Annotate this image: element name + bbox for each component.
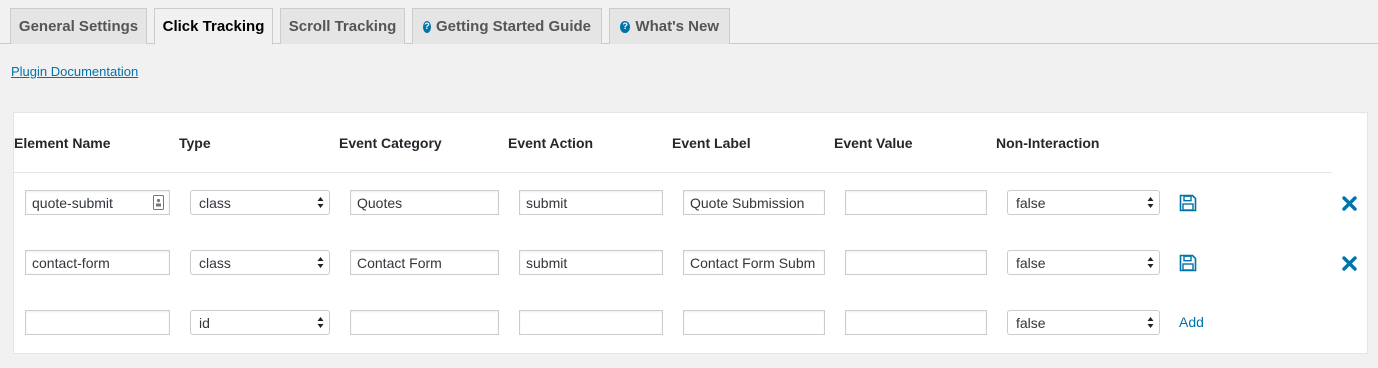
element-name-input[interactable]: contact-form — [25, 250, 170, 275]
event-action-input[interactable] — [519, 310, 663, 335]
event-category-input[interactable] — [350, 310, 499, 335]
type-select[interactable]: class — [190, 190, 330, 215]
column-header-element-name: Element Name — [14, 135, 111, 151]
tab-label: Click Tracking — [162, 18, 265, 35]
select-value: id — [199, 314, 210, 331]
event-value-input[interactable] — [845, 250, 987, 275]
column-header-event-category: Event Category — [339, 135, 442, 151]
add-button[interactable]: Add — [1179, 314, 1204, 330]
non-interaction-select[interactable]: false — [1007, 190, 1160, 215]
non-interaction-select[interactable]: false — [1007, 310, 1160, 335]
select-value: false — [1016, 194, 1046, 211]
plugin-documentation-link[interactable]: Plugin Documentation — [11, 64, 138, 79]
header-divider — [14, 172, 1332, 173]
non-interaction-select[interactable]: false — [1007, 250, 1160, 275]
element-name-input[interactable]: quote-submit — [25, 190, 170, 215]
column-header-non-interaction: Non-Interaction — [996, 135, 1100, 151]
tab-click-tracking[interactable]: Click Tracking — [154, 8, 273, 45]
event-value-input[interactable] — [845, 310, 987, 335]
column-header-event-value: Event Value — [834, 135, 913, 151]
chevron-updown-icon — [317, 317, 324, 328]
help-icon: ? — [620, 20, 631, 33]
event-category-input[interactable]: Quotes — [350, 190, 499, 215]
chevron-updown-icon — [1147, 197, 1154, 208]
chevron-updown-icon — [1147, 257, 1154, 268]
field-value: Quote Submission — [690, 194, 805, 211]
chevron-updown-icon — [1147, 317, 1154, 328]
contact-card-icon[interactable] — [153, 195, 164, 210]
field-value: submit — [526, 194, 568, 211]
field-value: Quotes — [357, 194, 403, 211]
delete-icon[interactable] — [1342, 196, 1357, 211]
click-tracking-table: Element Name Type Event Category Event A… — [13, 112, 1368, 354]
column-header-type: Type — [179, 135, 211, 151]
type-select[interactable]: id — [190, 310, 330, 335]
select-value: class — [199, 254, 231, 271]
event-category-input[interactable]: Contact Form — [350, 250, 499, 275]
chevron-updown-icon — [317, 197, 324, 208]
tab-general-settings[interactable]: General Settings — [10, 8, 147, 44]
event-label-input[interactable] — [683, 310, 825, 335]
save-icon[interactable] — [1179, 194, 1197, 212]
tab-scroll-tracking[interactable]: Scroll Tracking — [280, 8, 405, 44]
field-value: contact-form — [32, 254, 110, 271]
chevron-updown-icon — [317, 257, 324, 268]
field-value: Contact Form Subm — [690, 254, 816, 271]
field-value: submit — [526, 254, 568, 271]
tab-label: What's New — [635, 18, 719, 35]
type-select[interactable]: class — [190, 250, 330, 275]
column-header-event-label: Event Label — [672, 135, 751, 151]
event-label-input[interactable]: Contact Form Subm — [683, 250, 825, 275]
event-label-input[interactable]: Quote Submission — [683, 190, 825, 215]
field-value: Contact Form — [357, 254, 442, 271]
delete-icon[interactable] — [1342, 256, 1357, 271]
tab-label: Getting Started Guide — [435, 18, 591, 35]
save-icon[interactable] — [1179, 254, 1197, 272]
event-action-input[interactable]: submit — [519, 250, 663, 275]
select-value: class — [199, 194, 231, 211]
help-icon: ? — [423, 20, 431, 33]
column-header-event-action: Event Action — [508, 135, 594, 151]
nav-tabs: General Settings Click Tracking Scroll T… — [0, 0, 1378, 45]
tab-label: Scroll Tracking — [288, 18, 397, 35]
tab-whats-new[interactable]: ? What's New — [609, 8, 730, 44]
tab-getting-started-guide[interactable]: ? Getting Started Guide — [412, 8, 602, 44]
select-value: false — [1016, 254, 1046, 271]
event-value-input[interactable] — [845, 190, 987, 215]
tab-label: General Settings — [18, 18, 139, 35]
event-action-input[interactable]: submit — [519, 190, 663, 215]
select-value: false — [1016, 314, 1046, 331]
field-value: quote-submit — [32, 194, 113, 211]
element-name-input[interactable] — [25, 310, 170, 335]
